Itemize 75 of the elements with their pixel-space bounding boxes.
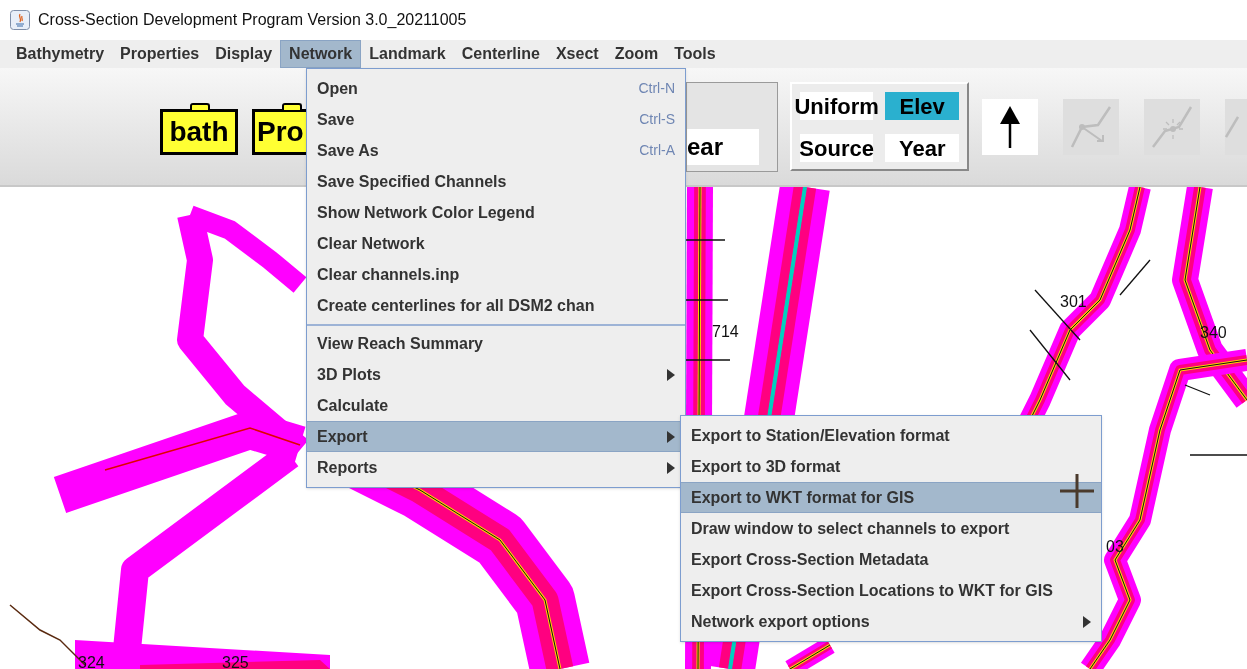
menu-item-label: Create centerlines for all DSM2 chan bbox=[317, 295, 595, 316]
menu-bar-item[interactable]: Properties bbox=[112, 40, 208, 68]
shortcut-label: Ctrl-S bbox=[639, 110, 675, 129]
menu-item-label: Export Cross-Section Metadata bbox=[691, 549, 929, 570]
menu-item-label: Network export options bbox=[691, 611, 870, 632]
mode-toggle[interactable]: Elev bbox=[885, 92, 959, 120]
menu-item-label: Export Cross-Section Locations to WKT for GIS bbox=[691, 580, 1053, 601]
menu-item[interactable]: Draw window to select channels to export bbox=[681, 513, 1101, 544]
java-app-icon bbox=[10, 10, 30, 30]
shortcut-label: Ctrl-N bbox=[638, 79, 675, 98]
menu-item-label: View Reach Summary bbox=[317, 333, 483, 354]
menu-item-label: Clear channels.inp bbox=[317, 264, 460, 285]
menu-bar-item[interactable]: Network bbox=[280, 40, 362, 68]
channel-label: 714 bbox=[712, 323, 739, 340]
submenu-arrow-icon bbox=[667, 368, 675, 381]
menu-item-label: Reports bbox=[317, 457, 378, 478]
menu-item-label: Draw window to select channels to export bbox=[691, 518, 1010, 539]
menu-item[interactable]: Export Cross-Section Metadata bbox=[681, 544, 1101, 575]
menu-bar-item[interactable]: Bathymetry bbox=[8, 40, 113, 68]
menu-item[interactable]: View Reach Summary bbox=[307, 324, 685, 359]
cross-section-line bbox=[1184, 384, 1211, 396]
menu-bar-item[interactable]: Landmark bbox=[361, 40, 454, 68]
menu-item[interactable]: Create centerlines for all DSM2 chan bbox=[307, 290, 685, 321]
mode-toggle[interactable]: Year bbox=[885, 134, 959, 162]
menu-bar-item[interactable]: Zoom bbox=[606, 40, 667, 68]
menu-item[interactable]: Calculate bbox=[307, 390, 685, 421]
window-title: Cross-Section Development Program Version 3.0_20211005 bbox=[38, 10, 467, 30]
menu-item[interactable]: Network export options bbox=[681, 606, 1101, 637]
shortcut-label: Ctrl-A bbox=[639, 141, 675, 160]
menu-item[interactable]: Clear channels.inp bbox=[307, 259, 685, 290]
menu-bar-item[interactable]: Centerline bbox=[453, 40, 548, 68]
menu-item[interactable]: Save Specified Channels bbox=[307, 166, 685, 197]
menu-item-label: Calculate bbox=[317, 395, 389, 416]
menu-item[interactable]: Export Cross-Section Locations to WKT for GIS bbox=[681, 575, 1101, 606]
menu-bar-item[interactable]: Xsect bbox=[547, 40, 607, 68]
menu-item[interactable]: Clear Network bbox=[307, 228, 685, 259]
menu-item-label: Export to 3D format bbox=[691, 456, 841, 477]
file-button[interactable]: bath bbox=[160, 108, 238, 155]
menu-item-label: Export to WKT format for GIS bbox=[691, 487, 915, 508]
line-icon bbox=[1225, 114, 1239, 139]
menu-item-label: Export to Station/Elevation format bbox=[691, 425, 950, 446]
channel-label: 324 bbox=[78, 654, 105, 669]
menu-item-label: Clear Network bbox=[317, 233, 425, 254]
cross-section-line bbox=[1189, 454, 1247, 456]
menu-item[interactable]: Save Ctrl-S bbox=[307, 104, 685, 135]
file-button[interactable]: Pro bbox=[252, 108, 306, 155]
submenu-arrow-icon bbox=[667, 430, 675, 443]
menu-item[interactable]: Show Network Color Legend bbox=[307, 197, 685, 228]
menu-item-label: Show Network Color Legend bbox=[317, 202, 535, 223]
cross-section-line bbox=[1029, 329, 1071, 381]
menu-item-label: Open bbox=[317, 78, 358, 99]
menu-item-label: Save As bbox=[317, 140, 379, 161]
menu-item-label: Save Specified Channels bbox=[317, 171, 507, 192]
submenu-arrow-icon bbox=[667, 461, 675, 474]
menu-bar-item[interactable]: Display bbox=[207, 40, 281, 68]
menu-bar-item[interactable]: Tools bbox=[666, 40, 724, 68]
channel-label: 325 bbox=[222, 654, 249, 669]
menu-item[interactable]: 3D Plots bbox=[307, 359, 685, 390]
mode-toggle[interactable]: Source bbox=[799, 134, 874, 162]
menu-item-label: Export bbox=[317, 426, 368, 447]
up-arrow-icon bbox=[999, 104, 1021, 149]
menu-item[interactable]: Export to 3D format bbox=[681, 451, 1101, 482]
crosshair-cursor-icon bbox=[1058, 472, 1096, 510]
submenu-arrow-icon bbox=[1083, 615, 1091, 628]
move-point-icon bbox=[1070, 104, 1112, 149]
menu-item-label: Save bbox=[317, 109, 355, 130]
tool-button[interactable] bbox=[982, 98, 1038, 155]
year-button[interactable]: ear bbox=[687, 128, 759, 165]
menu-item[interactable]: Export to WKT format for GIS bbox=[681, 482, 1101, 513]
menu-item[interactable]: Open Ctrl-N bbox=[307, 73, 685, 104]
menu-item-label: 3D Plots bbox=[317, 364, 381, 385]
insert-point-icon bbox=[1151, 104, 1193, 149]
menu-item[interactable]: Save As Ctrl-A bbox=[307, 135, 685, 166]
cross-section-line bbox=[1119, 259, 1151, 296]
channel-label: 301 bbox=[1060, 293, 1087, 310]
